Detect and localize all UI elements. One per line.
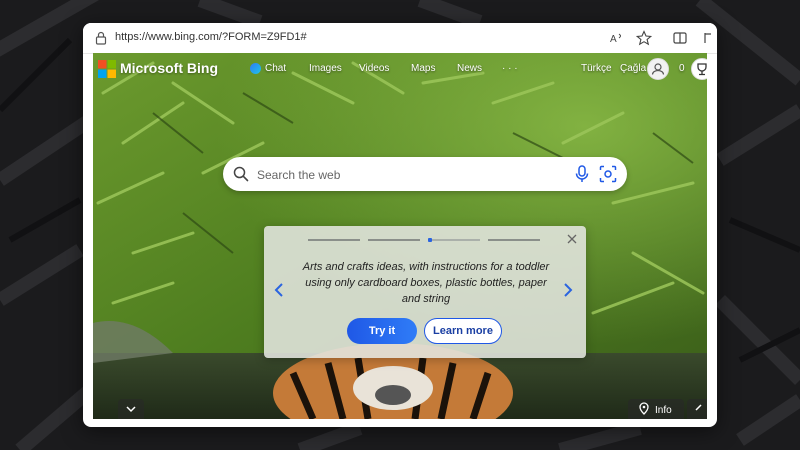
progress-active-indicator: [428, 238, 432, 242]
image-info-button[interactable]: Info: [628, 399, 684, 419]
prompt-suggestion-card: Arts and crafts ideas, with instructions…: [264, 226, 586, 358]
try-it-button[interactable]: Try it: [347, 318, 417, 344]
rewards-count[interactable]: 0: [679, 63, 685, 74]
user-icon: [651, 63, 665, 75]
chevron-down-icon: [126, 406, 136, 413]
location-pin-icon: [639, 402, 649, 415]
copilot-chat-icon[interactable]: [250, 63, 261, 74]
nav-videos[interactable]: Videos: [359, 63, 389, 74]
search-icon[interactable]: [233, 166, 249, 182]
user-name[interactable]: Çağla: [620, 63, 646, 74]
info-label: Info: [655, 405, 672, 416]
search-box[interactable]: [223, 157, 627, 193]
split-screen-icon[interactable]: [672, 30, 688, 46]
rewards-button[interactable]: [691, 58, 707, 80]
top-navigation: Microsoft Bing Chat Images Videos Maps N…: [93, 53, 707, 85]
close-icon[interactable]: [567, 234, 577, 244]
nav-maps[interactable]: Maps: [411, 63, 435, 74]
prompt-text: Arts and crafts ideas, with instructions…: [302, 261, 550, 305]
rewards-trophy-icon: [697, 63, 707, 76]
progress-step-4[interactable]: [488, 239, 540, 241]
learn-more-button[interactable]: Learn more: [424, 318, 502, 344]
language-selector[interactable]: Türkçe: [581, 63, 612, 74]
chevron-right-icon[interactable]: [563, 283, 573, 297]
favorite-star-icon[interactable]: [636, 30, 652, 46]
read-aloud-icon[interactable]: A: [609, 30, 625, 46]
microphone-icon[interactable]: [575, 165, 589, 183]
nav-more[interactable]: · · ·: [502, 63, 518, 74]
chevron-left-icon[interactable]: [274, 283, 284, 297]
lock-icon[interactable]: [95, 31, 107, 45]
svg-text:A: A: [610, 34, 617, 45]
progress-step-3[interactable]: [428, 239, 480, 241]
browser-window: https://www.bing.com/?FORM=Z9FD1# A Micr…: [83, 23, 717, 427]
scroll-down-button[interactable]: [118, 399, 144, 419]
search-input[interactable]: [255, 157, 549, 193]
microsoft-logo[interactable]: [98, 60, 116, 78]
progress-step-1[interactable]: [308, 239, 360, 241]
url-field[interactable]: https://www.bing.com/?FORM=Z9FD1#: [115, 31, 307, 43]
progress-step-2[interactable]: [368, 239, 420, 241]
visual-search-icon[interactable]: [599, 165, 617, 183]
bing-homepage: Microsoft Bing Chat Images Videos Maps N…: [93, 53, 707, 419]
chevron-icon: [695, 404, 702, 411]
share-button[interactable]: [687, 399, 707, 419]
nav-news[interactable]: News: [457, 63, 482, 74]
favorites-icon[interactable]: [701, 30, 717, 46]
nav-images[interactable]: Images: [309, 63, 342, 74]
brand-title[interactable]: Microsoft Bing: [120, 60, 218, 76]
address-bar: https://www.bing.com/?FORM=Z9FD1# A: [83, 23, 717, 54]
avatar[interactable]: [647, 58, 669, 80]
nav-chat[interactable]: Chat: [265, 63, 286, 74]
